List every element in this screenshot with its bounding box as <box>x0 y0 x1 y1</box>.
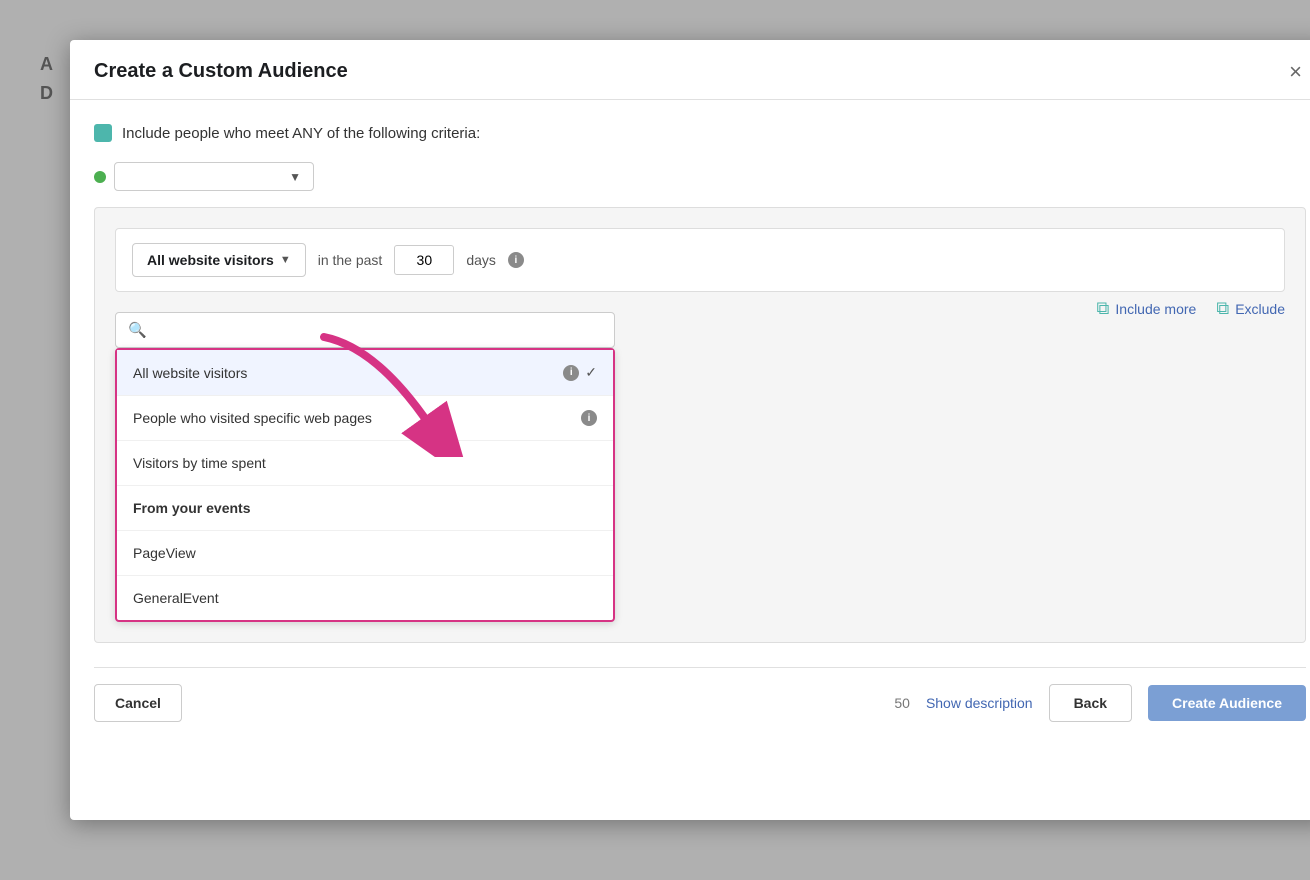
dropdown-item-generalevent[interactable]: GeneralEvent <box>117 576 613 620</box>
bottom-bar: Cancel 50 Show description Back Create A… <box>94 667 1306 722</box>
content-wrapper: All website visitors ▼ in the past days … <box>94 207 1306 643</box>
criteria-text: Include people who meet ANY of the follo… <box>122 125 480 142</box>
search-bar: 🔍 <box>115 312 615 348</box>
modal-dialog: Create a Custom Audience × Include peopl… <box>70 40 1310 820</box>
dropdown-item-pageview-label: PageView <box>133 545 196 561</box>
right-controls: ⧉ Include more ⧉ Exclude <box>1097 298 1285 319</box>
days-info-icon[interactable]: i <box>508 252 524 268</box>
all-visitors-info-icon[interactable]: i <box>563 365 579 381</box>
dropdown-item-all-visitors[interactable]: All website visitors i ✓ <box>117 350 613 396</box>
dropdown-item-all-visitors-label: All website visitors <box>133 365 247 381</box>
dropdown-section-events-label: From your events <box>133 500 250 516</box>
source-row: ▼ <box>94 162 1306 191</box>
audience-size-value: 50 <box>894 695 910 711</box>
dropdown-item-time-spent[interactable]: Visitors by time spent <box>117 441 613 486</box>
source-dropdown-arrow: ▼ <box>289 170 301 184</box>
close-button[interactable]: × <box>1285 61 1306 83</box>
bottom-right: 50 Show description Back Create Audience <box>894 684 1306 722</box>
modal-header: Create a Custom Audience × <box>70 40 1310 100</box>
create-audience-button[interactable]: Create Audience <box>1148 685 1306 721</box>
modal-title: Create a Custom Audience <box>94 60 348 83</box>
exclude-label: Exclude <box>1235 301 1285 317</box>
modal-body: Include people who meet ANY of the follo… <box>70 100 1310 742</box>
visitor-type-dropdown[interactable]: All website visitors ▼ <box>132 243 306 277</box>
dropdown-item-pageview[interactable]: PageView <box>117 531 613 576</box>
dropdown-section-events: From your events <box>117 486 613 531</box>
all-visitors-check: ✓ <box>585 364 597 381</box>
back-button[interactable]: Back <box>1049 684 1132 722</box>
exclude-icon: ⧉ <box>1216 298 1229 319</box>
green-dot-indicator <box>94 171 106 183</box>
visitor-type-dropdown-list: All website visitors i ✓ People who visi… <box>115 348 615 622</box>
include-more-button[interactable]: ⧉ Include more <box>1097 298 1197 319</box>
dropdown-item-time-spent-label: Visitors by time spent <box>133 455 266 471</box>
show-description-button[interactable]: Show description <box>926 695 1033 711</box>
criteria-row: Include people who meet ANY of the follo… <box>94 124 1306 142</box>
search-input[interactable] <box>155 322 602 338</box>
dropdown-item-specific-pages-right: i <box>581 410 597 426</box>
days-input[interactable] <box>394 245 454 275</box>
dropdown-item-all-visitors-right: i ✓ <box>563 364 597 381</box>
bg-hint: A D <box>40 50 53 108</box>
days-label: days <box>466 252 496 268</box>
content-area: All website visitors ▼ in the past days … <box>94 207 1306 643</box>
source-dropdown[interactable]: ▼ <box>114 162 314 191</box>
visitor-dropdown-chevron: ▼ <box>280 254 291 266</box>
include-more-icon: ⧉ <box>1097 298 1110 319</box>
dropdown-item-specific-pages-label: People who visited specific web pages <box>133 410 372 426</box>
visitor-rule-row: All website visitors ▼ in the past days … <box>115 228 1285 292</box>
include-more-label: Include more <box>1115 301 1196 317</box>
search-icon: 🔍 <box>128 321 147 339</box>
exclude-button[interactable]: ⧉ Exclude <box>1216 298 1285 319</box>
visitor-type-label: All website visitors <box>147 252 274 268</box>
cancel-button[interactable]: Cancel <box>94 684 182 722</box>
search-wrapper: 🔍 All website visitors i ✓ <box>115 312 1285 622</box>
dropdown-item-generalevent-label: GeneralEvent <box>133 590 219 606</box>
dropdown-item-specific-pages[interactable]: People who visited specific web pages i <box>117 396 613 441</box>
in-past-text: in the past <box>318 252 383 268</box>
source-dropdown-text <box>127 169 281 184</box>
specific-pages-info-icon[interactable]: i <box>581 410 597 426</box>
include-checkbox[interactable] <box>94 124 112 142</box>
